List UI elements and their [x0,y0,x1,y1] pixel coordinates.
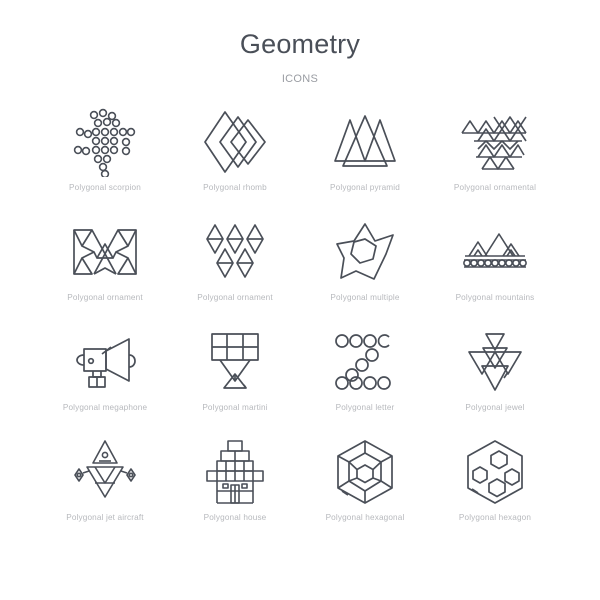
polygonal-scorpion-icon [59,104,151,180]
polygonal-hexagon-icon [449,434,541,510]
page-title: geometry [239,29,361,59]
icon-label: Polygonal letter [335,403,395,412]
icon-label: Polygonal jet aircraft [66,513,144,522]
icon-cell-pyramid[interactable]: Polygonal pyramid [300,104,430,214]
polygonal-house-icon [189,434,281,510]
icon-cell-megaphone[interactable]: Polygonal megaphone [40,324,170,434]
page-subtitle: icons [281,73,319,85]
icon-cell-scorpion[interactable]: Polygonal scorpion [40,104,170,214]
icon-cell-ornamental[interactable]: Polygonal ornamental [430,104,560,214]
icon-label: Polygonal house [203,513,267,522]
icon-cell-ornament-a[interactable]: Polygonal ornament [40,214,170,324]
icon-cell-mountains[interactable]: Polygonal mountains [430,214,560,324]
polygonal-letter-z-icon [319,324,411,400]
icon-label: Polygonal ornament [197,293,273,302]
header: geometry icons [0,0,600,86]
icon-cell-hexagon[interactable]: Polygonal hexagon [430,434,560,544]
icon-cell-multiple[interactable]: Polygonal multiple [300,214,430,324]
icon-cell-house[interactable]: Polygonal house [170,434,300,544]
polygonal-ornamental-icon [449,104,541,180]
icon-label: Polygonal martini [202,403,268,412]
icon-label: Polygonal ornamental [453,183,537,192]
polygonal-multiple-star-icon [319,214,411,290]
icon-cell-rhomb[interactable]: Polygonal rhomb [170,104,300,214]
icon-label: Polygonal multiple [330,293,400,302]
icon-sheet-page: geometry icons [0,0,600,600]
icon-label: Polygonal jewel [465,403,525,412]
icon-label: Polygonal pyramid [330,183,400,192]
polygonal-ornament-icon [59,214,151,290]
icon-label: Polygonal rhomb [203,183,267,192]
polygonal-rhomb-icon [189,104,281,180]
polygonal-ornament-diamonds-icon [189,214,281,290]
polygonal-jewel-icon [449,324,541,400]
polygonal-megaphone-icon [59,324,151,400]
icon-label: Polygonal megaphone [62,403,148,412]
icon-cell-martini[interactable]: Polygonal martini [170,324,300,434]
icon-label: Polygonal ornament [67,293,143,302]
icon-grid: Polygonal scorpion Polygonal rhomb Polyg… [40,104,560,544]
polygonal-jet-aircraft-icon [59,434,151,510]
icon-label: Polygonal hexagonal [325,513,405,522]
icon-cell-ornament-b[interactable]: Polygonal ornament [170,214,300,324]
polygonal-pyramid-icon [319,104,411,180]
icon-cell-letter[interactable]: Polygonal letter [300,324,430,434]
icon-label: Polygonal hexagon [458,513,532,522]
icon-label: Polygonal mountains [455,293,535,302]
icon-cell-hexagonal[interactable]: Polygonal hexagonal [300,434,430,544]
icon-cell-jewel[interactable]: Polygonal jewel [430,324,560,434]
polygonal-hexagonal-icon [319,434,411,510]
icon-label: Polygonal scorpion [69,183,141,192]
polygonal-martini-icon [189,324,281,400]
icon-cell-jet-aircraft[interactable]: Polygonal jet aircraft [40,434,170,544]
polygonal-mountains-icon [449,214,541,290]
